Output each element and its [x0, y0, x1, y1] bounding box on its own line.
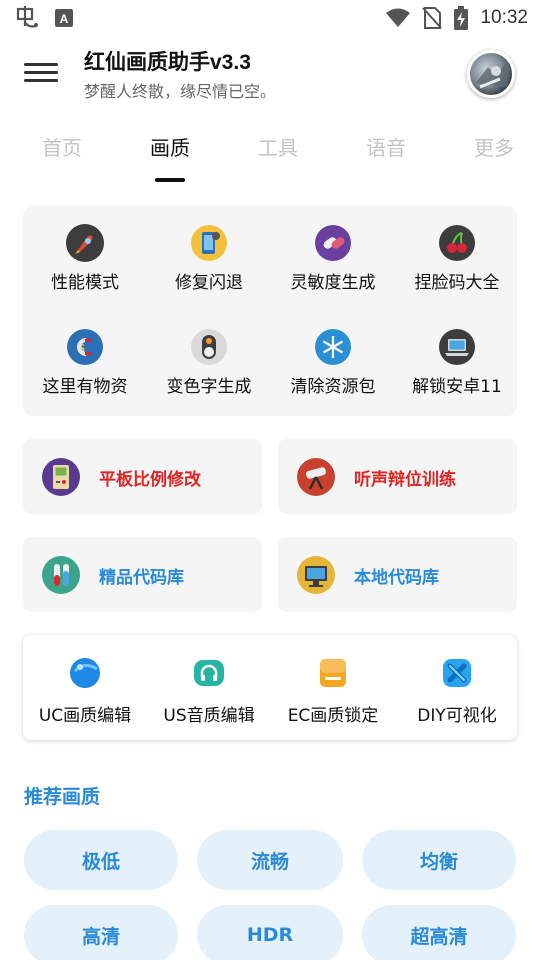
grid-item-clear-resources[interactable]: 清除资源包: [271, 328, 395, 397]
money-magnet-icon: $: [66, 328, 104, 366]
app-screen: A 10:32 红仙画质助手v3.3 梦醒人终散，缘尽情已空。 首页 画质 工具…: [0, 0, 540, 960]
tab-quality[interactable]: 画质: [130, 132, 210, 161]
menu-button[interactable]: [24, 58, 58, 88]
monitor-icon: [296, 555, 336, 595]
grid-item-color-text[interactable]: 变色字生成: [147, 328, 271, 397]
quality-option-very-low[interactable]: 极低: [24, 830, 178, 890]
cherry-icon: [438, 224, 476, 262]
pills-icon: [314, 224, 352, 262]
local-code-library-button[interactable]: 本地代码库: [278, 537, 517, 612]
avatar[interactable]: [467, 50, 515, 98]
laptop-icon: [438, 328, 476, 366]
x-shape-icon: [441, 657, 473, 689]
quality-option-smooth[interactable]: 流畅: [197, 830, 343, 890]
app-subtitle: 梦醒人终散，缘尽情已空。: [84, 82, 277, 101]
document-icon: [317, 657, 349, 689]
status-bar: A 10:32: [0, 0, 540, 36]
tab-tools[interactable]: 工具: [238, 132, 318, 161]
menu-icon: [24, 63, 58, 66]
us-audio-editor-button[interactable]: US音质编辑: [147, 657, 271, 726]
headphone-icon: [193, 657, 225, 689]
quick-tools-grid: 性能模式 修复闪退 灵敏度生成 捏脸码大全 $ 这里有物资 变色字生成 清除资源…: [23, 206, 517, 416]
snowflake-icon: [314, 328, 352, 366]
grid-item-fix-crash[interactable]: 修复闪退: [147, 224, 271, 293]
app-notification-icon: [14, 6, 40, 30]
quality-option-ultra-hd[interactable]: 超高清: [362, 905, 516, 960]
tab-indicator: [155, 178, 185, 182]
test-tubes-icon: [41, 555, 81, 595]
grid-item-performance-mode[interactable]: 性能模式: [23, 224, 147, 293]
tab-bar: 首页 画质 工具 语音 更多: [0, 132, 540, 188]
quality-option-hd[interactable]: 高清: [24, 905, 178, 960]
uc-quality-editor-button[interactable]: UC画质编辑: [23, 657, 147, 726]
no-sim-icon: [422, 6, 443, 30]
gameboy-icon: [41, 457, 81, 497]
blue-ball-icon: [69, 657, 101, 689]
phone-repair-icon: [190, 224, 228, 262]
svg-text:A: A: [60, 12, 69, 26]
diy-visualization-button[interactable]: DIY可视化: [395, 657, 519, 726]
status-time: 10:32: [480, 7, 528, 28]
quality-option-balanced[interactable]: 均衡: [362, 830, 516, 890]
tab-more[interactable]: 更多: [454, 132, 534, 161]
sound-training-button[interactable]: 听声辩位训练: [278, 439, 517, 514]
tab-voice[interactable]: 语音: [346, 132, 426, 161]
recommended-quality-title: 推荐画质: [24, 786, 101, 808]
font-notification-icon: A: [54, 8, 74, 28]
battery-charging-icon: [454, 6, 469, 30]
editor-tools-card: UC画质编辑 US音质编辑 EC画质锁定 DIY可视化: [23, 635, 517, 740]
grid-item-supplies[interactable]: $ 这里有物资: [23, 328, 147, 397]
telescope-icon: [296, 457, 336, 497]
tablet-ratio-button[interactable]: 平板比例修改: [23, 439, 262, 514]
app-title: 红仙画质助手v3.3: [84, 51, 251, 74]
quality-option-hdr[interactable]: HDR: [197, 905, 343, 960]
grid-item-face-codes[interactable]: 捏脸码大全: [395, 224, 519, 293]
grid-item-unlock-android[interactable]: 解锁安卓11: [395, 328, 519, 397]
grid-item-sensitivity[interactable]: 灵敏度生成: [271, 224, 395, 293]
toggle-icon: [190, 328, 228, 366]
premium-code-library-button[interactable]: 精品代码库: [23, 537, 262, 612]
ec-quality-lock-button[interactable]: EC画质锁定: [271, 657, 395, 726]
tab-home[interactable]: 首页: [22, 132, 102, 161]
wifi-icon: [386, 8, 411, 28]
rocket-icon: [66, 224, 104, 262]
